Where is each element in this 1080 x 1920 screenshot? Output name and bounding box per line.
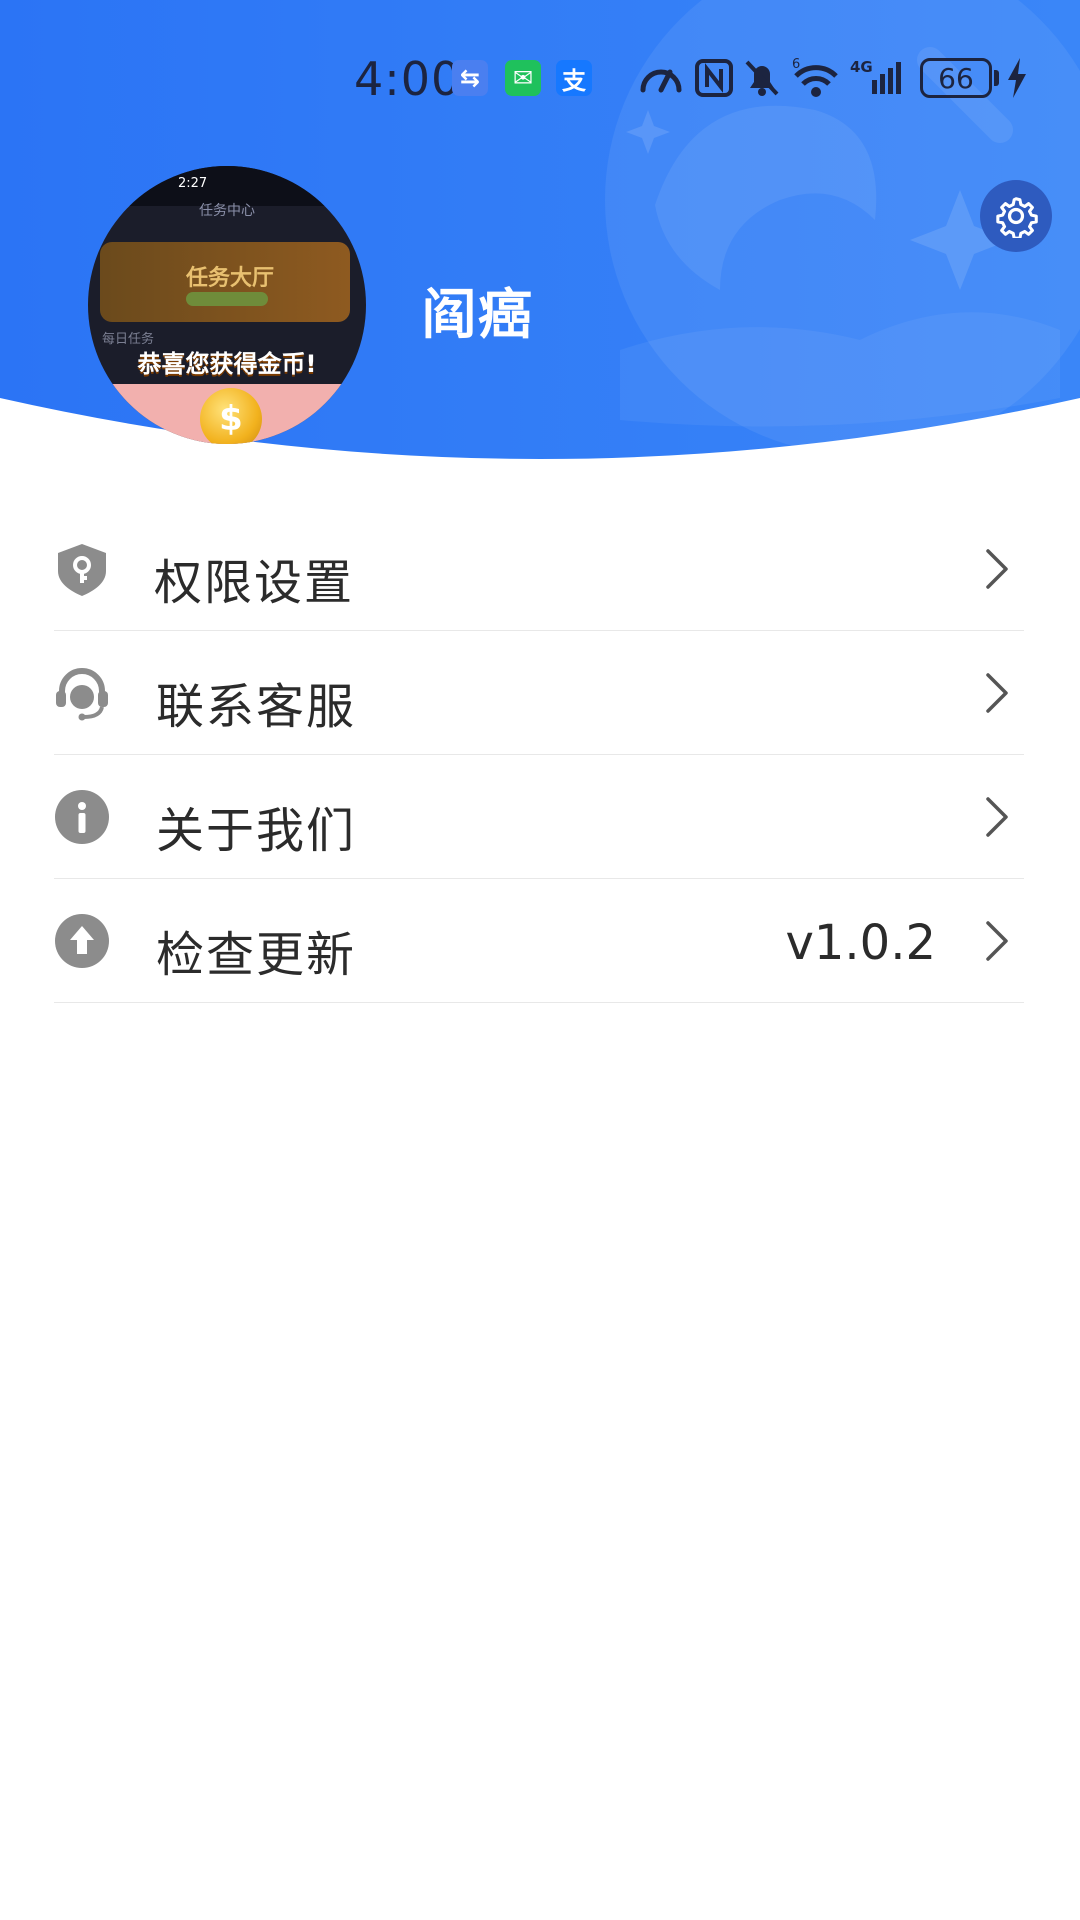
avatar-congrats-text: 恭喜您获得金币!: [137, 350, 317, 378]
nfc-icon: [695, 59, 733, 97]
svg-text:4G: 4G: [850, 58, 873, 76]
avatar-banner-pill: [186, 292, 268, 306]
menu-item-label: 检查更新: [156, 927, 357, 983]
menu-item-label: 关于我们: [156, 803, 357, 859]
wechat-icon: ✉: [505, 60, 541, 96]
settings-menu: 权限设置 联系客服 关于我们 检查更新 v1.0.2: [54, 507, 1024, 1003]
chevron-right-icon: [986, 921, 1008, 961]
profile-header: 4:00 ⇆ ✉ 支 6 4G 66 2:27 任务中心 任务大厅 每日任务 恭…: [0, 0, 1080, 480]
mute-bell-icon: [745, 60, 779, 96]
avatar-time: 2:27: [178, 176, 208, 191]
menu-item-about-us[interactable]: 关于我们: [54, 755, 1024, 879]
shield-key-icon: [58, 544, 106, 596]
4g-signal-icon: 4G: [850, 58, 901, 94]
headset-icon: [56, 668, 108, 721]
upload-arrow-icon: [55, 914, 109, 968]
menu-item-label: 权限设置: [154, 555, 355, 611]
version-value: v1.0.2: [785, 915, 936, 971]
status-bar: 4:00 ⇆ ✉ 支 6 4G 66: [0, 48, 1080, 112]
svg-text:6: 6: [792, 57, 800, 72]
speed-icon: [640, 69, 682, 93]
gear-icon: [996, 197, 1038, 238]
username: 阎癌: [422, 283, 534, 346]
avatar-banner-title: 任务大厅: [186, 266, 275, 291]
avatar[interactable]: 2:27 任务中心 任务大厅 每日任务 恭喜您获得金币! $: [88, 166, 366, 444]
settings-button[interactable]: [980, 180, 1052, 252]
usb-icon: ⇆: [452, 60, 488, 96]
battery-nub: [994, 70, 999, 86]
charging-bolt-icon: [1008, 58, 1026, 98]
menu-item-check-update[interactable]: 检查更新 v1.0.2: [54, 879, 1024, 1003]
chevron-right-icon: [986, 549, 1008, 589]
battery-level: 66: [938, 61, 974, 95]
menu-item-label: 联系客服: [156, 679, 357, 735]
battery-indicator: 66: [920, 58, 992, 98]
alipay-icon: 支: [556, 60, 592, 96]
coin-symbol: $: [219, 399, 243, 439]
coin-icon: $: [200, 388, 262, 444]
status-time: 4:00: [354, 52, 462, 106]
avatar-title: 任务中心: [199, 203, 255, 219]
chevron-right-icon: [986, 673, 1008, 713]
menu-item-customer-service[interactable]: 联系客服: [54, 631, 1024, 755]
menu-item-permissions[interactable]: 权限设置: [54, 507, 1024, 631]
chevron-right-icon: [986, 797, 1008, 837]
info-icon: [55, 790, 109, 844]
wifi-6-icon: 6: [792, 57, 838, 97]
